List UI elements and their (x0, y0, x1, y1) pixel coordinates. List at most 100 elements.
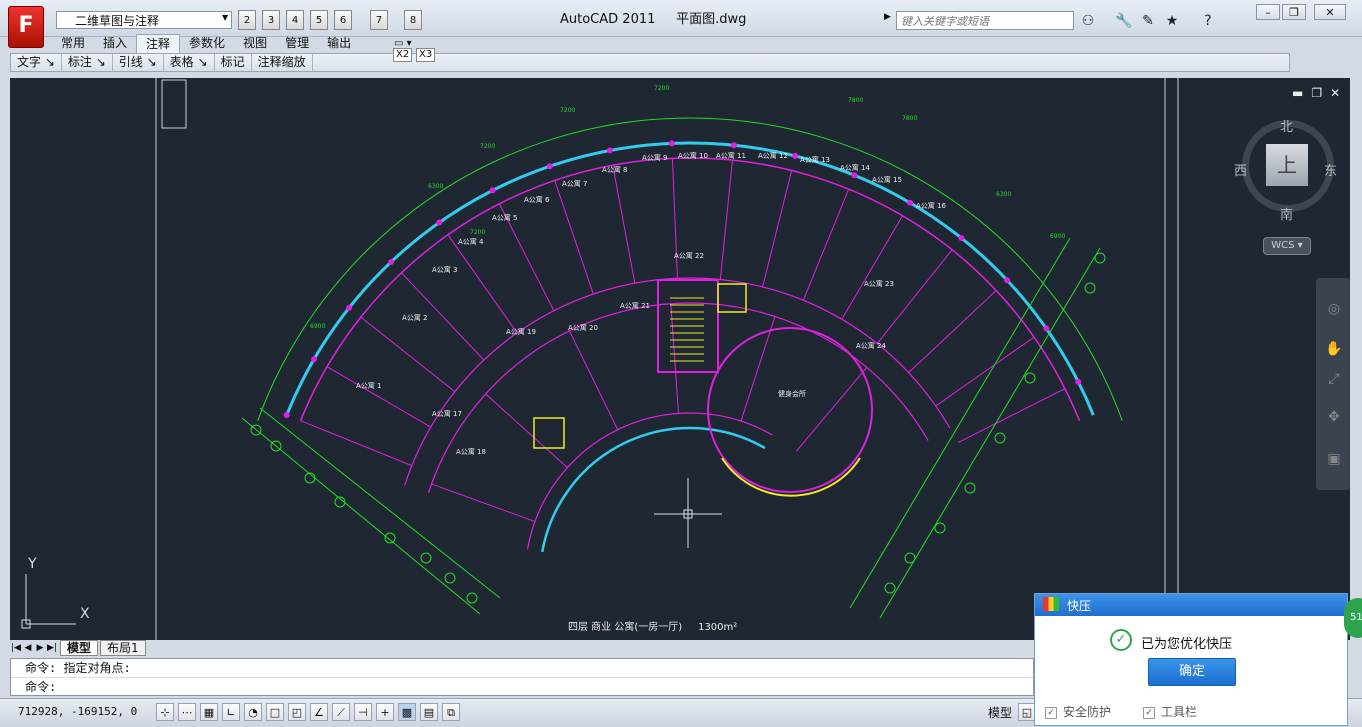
tab-manage[interactable]: 管理 (276, 34, 318, 53)
checkbox-icon[interactable]: ✓ (1143, 706, 1155, 719)
keytip-x3: X3 (416, 48, 436, 62)
tab-output[interactable]: 输出 (318, 34, 360, 53)
first-layout-icon[interactable]: |◀ (10, 643, 22, 653)
tab-layout1[interactable]: 布局1 (100, 640, 146, 656)
column (283, 412, 290, 419)
favorites-icon[interactable]: ★ (1162, 11, 1182, 31)
dimension-text: 6300 (996, 191, 1011, 198)
dynamic-input-icon[interactable]: ⊣ (354, 703, 372, 721)
panel-text[interactable]: 文字 ↘ (11, 54, 62, 71)
infer-constraints-icon[interactable]: ⊹ (156, 703, 174, 721)
orbit-icon[interactable]: ✥ (1325, 408, 1343, 426)
viewcube-south[interactable]: 南 (1280, 204, 1293, 223)
partition-wall (326, 366, 431, 428)
viewcube-west[interactable]: 西 (1234, 160, 1247, 179)
tab-home[interactable]: 常用 (52, 34, 94, 53)
panel-markup[interactable]: 标记 (215, 54, 252, 71)
panel-annotation-scaling[interactable]: 注释缩放 (252, 54, 313, 71)
pan-hand-icon[interactable]: ✋ (1325, 340, 1343, 358)
axis-bubble (466, 592, 478, 604)
column (546, 163, 553, 170)
binoculars-icon[interactable]: ⚇ (1078, 11, 1098, 31)
3d-object-snap-icon[interactable]: ◰ (288, 703, 306, 721)
viewcube-east[interactable]: 东 (1324, 160, 1337, 179)
security-option[interactable]: ✓ 安全防护 (1045, 703, 1111, 720)
minimize-button[interactable]: – (1256, 4, 1280, 20)
application-menu-button[interactable]: F (8, 6, 44, 48)
column (792, 152, 799, 159)
drawing-canvas[interactable]: A公寓 1 A公寓 2 A公寓 3 A公寓 4 A公寓 5 A公寓 6 A公寓 7 A公寓 8… (10, 78, 1350, 640)
popup-message: 已为您优化快压 (1141, 637, 1233, 652)
panel-dimension[interactable]: 标注 ↘ (62, 54, 113, 71)
snap-mode-icon[interactable]: ⋯ (178, 703, 196, 721)
keytip-x2: X2 (393, 48, 413, 62)
quick-properties-icon[interactable]: ▤ (420, 703, 438, 721)
polar-tracking-icon[interactable]: ◔ (244, 703, 262, 721)
qa-open-button[interactable]: 3 (262, 10, 280, 30)
lineweight-icon[interactable]: + (376, 703, 394, 721)
next-layout-icon[interactable]: ▶ (34, 643, 46, 653)
chevron-down-icon[interactable]: ▼ (222, 13, 228, 22)
wcs-menu[interactable]: WCS ▾ (1263, 237, 1311, 255)
title-block (161, 79, 187, 129)
command-line[interactable]: 命令: 指定对角点: 命令: (10, 658, 1034, 696)
zoom-extents-icon[interactable]: ⤢ (1325, 370, 1343, 388)
qa-redo-button[interactable]: 7 (370, 10, 388, 30)
viewcube-north[interactable]: 北 (1280, 116, 1293, 135)
search-input[interactable]: 键入关键字或短语 (896, 11, 1074, 30)
toolbar-option[interactable]: ✓ 工具栏 (1143, 703, 1197, 720)
communication-icon[interactable]: ✎ (1138, 11, 1158, 31)
room-label: A公寓 24 (856, 341, 886, 350)
viewport-minimize-icon[interactable]: ▬ (1292, 86, 1303, 100)
column (346, 304, 353, 311)
checkbox-icon[interactable]: ✓ (1045, 706, 1057, 719)
panel-leader[interactable]: 引线 ↘ (113, 54, 164, 71)
dimension-text: 6900 (1050, 233, 1065, 240)
ok-button[interactable]: 确定 (1148, 658, 1236, 686)
viewcube-top-face[interactable]: 上 (1266, 144, 1308, 186)
object-snap-tracking-icon[interactable]: ∠ (310, 703, 328, 721)
help-icon[interactable]: ? (1198, 11, 1218, 31)
showmotion-icon[interactable]: ▣ (1325, 450, 1343, 468)
tab-parametric[interactable]: 参数化 (180, 34, 234, 53)
panel-table[interactable]: 表格 ↘ (164, 54, 215, 71)
side-badge[interactable]: 51 (1344, 598, 1362, 638)
success-check-icon: ✓ (1110, 629, 1132, 651)
qa-saveas-button[interactable]: 5 (310, 10, 328, 30)
viewport-restore-icon[interactable]: ❐ (1311, 86, 1322, 100)
qa-new-button[interactable]: 2 (238, 10, 256, 30)
dimension-text: 7200 (480, 143, 495, 150)
column (1004, 277, 1011, 284)
qa-plot-button[interactable]: 8 (404, 10, 422, 30)
tab-insert[interactable]: 插入 (94, 34, 136, 53)
cad-drawing: A公寓 1 A公寓 2 A公寓 3 A公寓 4 A公寓 5 A公寓 6 A公寓 7 A公寓 8… (21, 78, 1179, 640)
coordinates-readout[interactable]: 712928, -169152, 0 (18, 705, 137, 718)
dynamic-ucs-icon[interactable]: ⟋ (332, 703, 350, 721)
last-layout-icon[interactable]: ▶| (46, 643, 58, 653)
popup-title: 快压 (1067, 599, 1092, 613)
object-snap-icon[interactable]: □ (266, 703, 284, 721)
command-prompt[interactable]: 命令: (11, 678, 1033, 696)
viewport-close-icon[interactable]: ✕ (1330, 86, 1340, 100)
partition-wall (431, 483, 536, 523)
close-button[interactable]: ✕ (1314, 4, 1346, 20)
tab-annotate[interactable]: 注释 (136, 34, 181, 54)
qa-undo-button[interactable]: 6 (334, 10, 352, 30)
axis-bubble (994, 432, 1006, 444)
steering-wheel-icon[interactable]: ◎ (1325, 300, 1343, 318)
grid-display-icon[interactable]: ▦ (200, 703, 218, 721)
prev-layout-icon[interactable]: ◀ (22, 643, 34, 653)
qa-save-button[interactable]: 4 (286, 10, 304, 30)
tab-model[interactable]: 模型 (60, 640, 99, 656)
ortho-mode-icon[interactable]: ∟ (222, 703, 240, 721)
selection-cycling-icon[interactable]: ⧉ (442, 703, 460, 721)
maximize-button[interactable]: ❐ (1282, 4, 1306, 20)
room-label: A公寓 15 (872, 175, 902, 184)
transparency-icon[interactable]: ▩ (398, 703, 416, 721)
subscription-icon[interactable]: 🔧 (1114, 11, 1134, 31)
model-space-button[interactable]: 模型 (988, 704, 1012, 721)
partition-wall (670, 303, 679, 414)
search-arrow-icon[interactable]: ▶ (884, 12, 891, 22)
workspace-dropdown[interactable]: 二维草图与注释 (56, 11, 232, 29)
tab-view[interactable]: 视图 (234, 34, 276, 53)
